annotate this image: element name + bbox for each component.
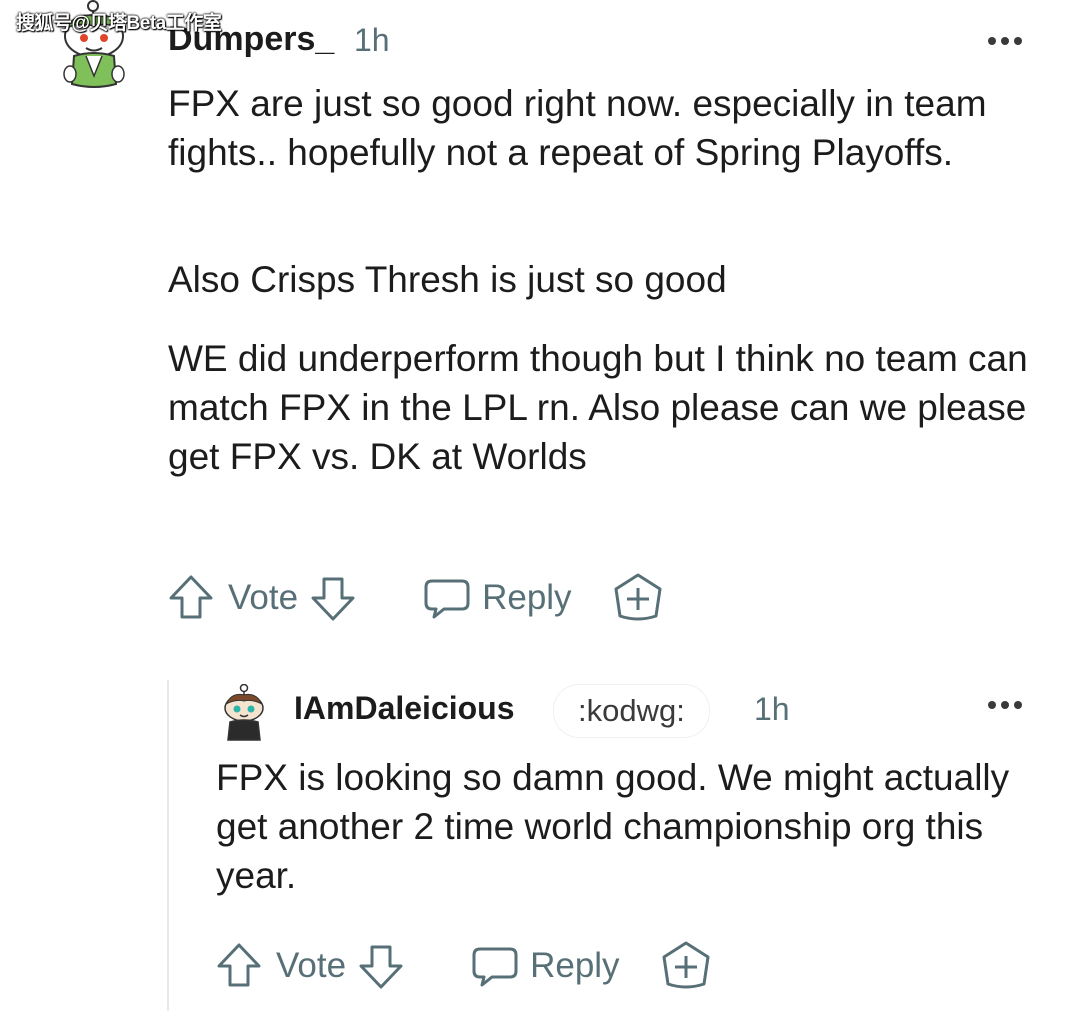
reply-text: FPX is looking so damn good. We might ac… — [216, 757, 1010, 896]
speech-bubble-icon — [472, 947, 518, 987]
user-avatar[interactable] — [218, 684, 268, 742]
upvote-arrow-icon[interactable] — [214, 941, 264, 991]
reply-username[interactable]: IAmDaleicious — [294, 690, 515, 727]
vote-label: Vote — [276, 946, 347, 985]
comment-paragraph: WE did underperform though but I think n… — [168, 338, 1028, 477]
vote-label: Vote — [228, 578, 299, 617]
plus-badge-icon[interactable] — [612, 572, 664, 624]
reply-label: Reply — [530, 946, 620, 985]
watermark-text: 搜狐号@贝塔Beta工作室 — [16, 13, 222, 34]
downvote-arrow-icon[interactable] — [356, 941, 406, 991]
reply-timestamp[interactable]: 1h — [754, 691, 790, 728]
reply-button[interactable]: Reply — [470, 941, 620, 991]
reply-label: Reply — [482, 578, 572, 617]
reply-button[interactable]: Reply — [422, 573, 572, 623]
comment-paragraph: Also Crisps Thresh is just so good — [168, 259, 727, 300]
thread-line[interactable] — [167, 680, 169, 1011]
plus-badge-icon[interactable] — [660, 940, 712, 992]
speech-bubble-icon — [424, 579, 470, 619]
more-options-icon[interactable] — [988, 37, 1022, 45]
reply-action-bar: Vote Reply — [214, 940, 712, 992]
more-options-icon[interactable] — [988, 701, 1022, 709]
downvote-arrow-icon[interactable] — [308, 573, 358, 623]
comment-paragraph: FPX are just so good right now. especial… — [168, 83, 987, 173]
user-flair-badge: :kodwg: — [553, 684, 710, 738]
comment-timestamp[interactable]: 1h — [354, 22, 390, 59]
comment-action-bar: Vote Reply — [166, 572, 664, 624]
upvote-arrow-icon[interactable] — [166, 573, 216, 623]
